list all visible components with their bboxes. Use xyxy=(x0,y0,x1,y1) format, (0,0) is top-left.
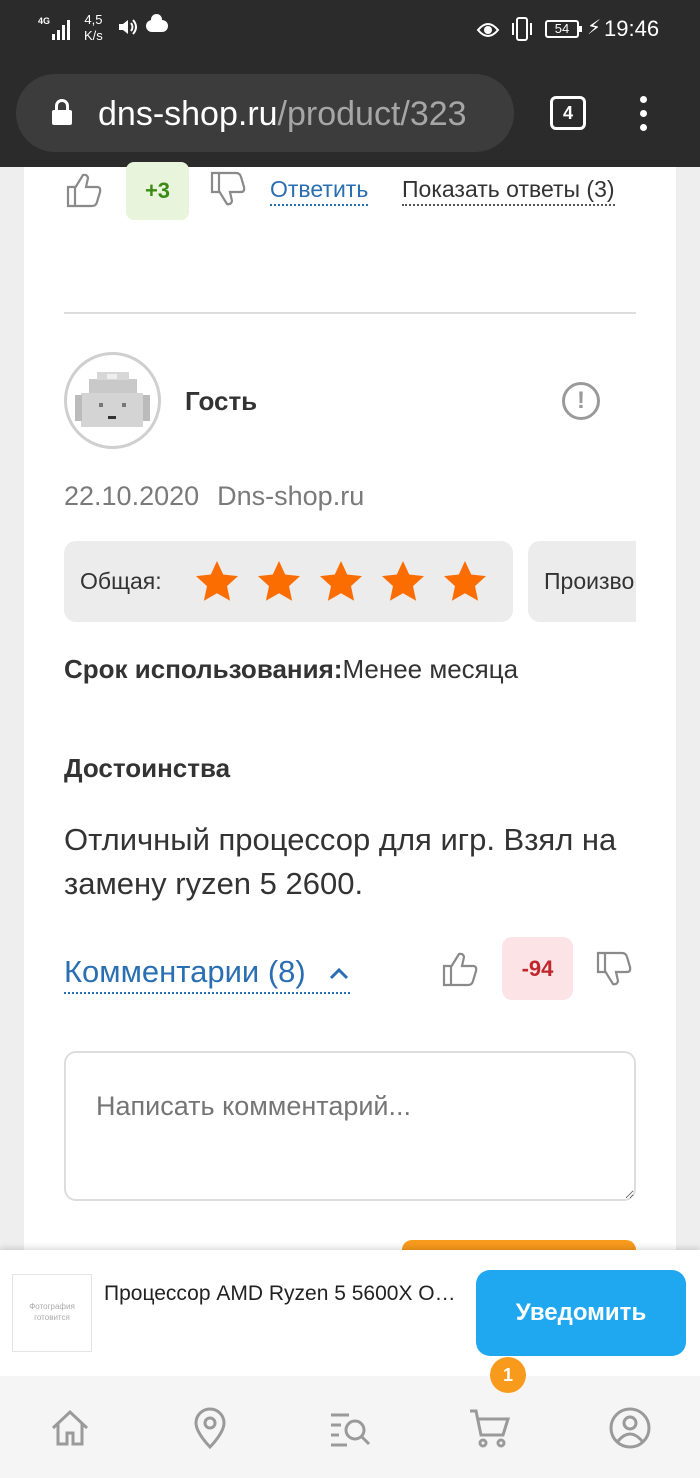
dislike-icon[interactable] xyxy=(596,950,634,988)
comment-input[interactable] xyxy=(64,1051,636,1201)
volume-icon xyxy=(119,19,137,35)
advantages-text: Отличный процессор для игр. Взял на заме… xyxy=(64,822,617,901)
overall-rating-label: Общая: xyxy=(80,568,162,594)
clock: 19:46 xyxy=(604,16,660,41)
notify-button[interactable]: Уведомить xyxy=(476,1270,686,1356)
advantages-heading: Достоинства xyxy=(64,753,231,783)
product-name[interactable]: Процессор AMD Ryzen 5 5600X OEM xyxy=(104,1282,466,1306)
review-author: Гость xyxy=(185,386,258,416)
usage-period: Срок использования:Менее месяца xyxy=(64,654,518,685)
location-icon[interactable] xyxy=(188,1406,232,1450)
cart-icon[interactable] xyxy=(468,1406,512,1450)
browser-menu-icon[interactable] xyxy=(640,96,648,132)
star-icon xyxy=(444,561,486,601)
tab-switcher-button[interactable]: 4 xyxy=(550,96,586,130)
overall-rating: Общая: xyxy=(64,541,513,622)
status-bar: 4G 4,5 K/s 54 ⚡ 19:46 xyxy=(0,0,700,60)
bottom-nav: 1 xyxy=(0,1357,700,1478)
cloud-icon xyxy=(146,14,168,32)
signal-icon xyxy=(52,18,74,40)
product-sticky-bar: Фотография готовится Процессор AMD Ryzen… xyxy=(0,1250,700,1376)
performance-rating-label: Произво xyxy=(544,568,635,594)
url-text[interactable]: dns-shop.ru/product/323 xyxy=(98,95,467,134)
usage-label: Срок использования: xyxy=(64,654,343,684)
chevron-up-icon xyxy=(330,967,349,979)
rating-badge-negative: -94 xyxy=(502,937,573,1000)
review-meta: 22.10.2020 Dns-shop.ru xyxy=(64,481,364,512)
address-bar[interactable]: dns-shop.ru/product/323 xyxy=(16,74,514,152)
reply-link[interactable]: Ответить xyxy=(270,174,369,206)
star-icon xyxy=(258,561,300,601)
catalog-search-icon[interactable] xyxy=(328,1406,372,1450)
url-path: /product/323 xyxy=(277,95,467,133)
battery-icon: 54 xyxy=(545,20,582,38)
home-icon[interactable] xyxy=(48,1406,92,1450)
show-replies-link[interactable]: Показать ответы (3) xyxy=(402,174,615,206)
profile-icon[interactable] xyxy=(608,1406,652,1450)
network-type: 4G xyxy=(38,16,51,26)
eye-comfort-icon xyxy=(476,23,500,37)
speed-unit: K/s xyxy=(84,28,103,43)
dislike-icon[interactable] xyxy=(210,170,248,208)
vibration-icon xyxy=(512,17,532,41)
avatar xyxy=(64,352,161,449)
comments-toggle[interactable]: Комментарии (8) xyxy=(64,952,351,994)
star-rating xyxy=(194,559,504,603)
network-speed: 4,5 K/s xyxy=(84,12,103,44)
lock-icon xyxy=(52,99,72,127)
comments-label: Комментарии (8) xyxy=(64,954,306,989)
star-icon xyxy=(320,561,362,601)
robot-avatar-icon xyxy=(75,372,150,427)
review-date: 22.10.2020 xyxy=(64,481,200,511)
rating-badge-positive: +3 xyxy=(126,162,189,220)
browser-chrome: 4G 4,5 K/s 54 ⚡ 19:46 dns-shop.ru/produc… xyxy=(0,0,700,167)
product-image-placeholder: Фотография готовится xyxy=(12,1274,92,1352)
star-icon xyxy=(196,561,238,601)
charging-icon: ⚡ xyxy=(587,17,602,39)
report-icon[interactable]: ! xyxy=(562,382,600,420)
like-icon[interactable] xyxy=(442,950,480,988)
usage-value: Менее месяца xyxy=(342,654,519,684)
review-divider xyxy=(64,312,636,314)
speed-value: 4,5 xyxy=(84,12,103,27)
url-domain: dns-shop.ru xyxy=(98,95,278,133)
review-source: Dns-shop.ru xyxy=(217,481,365,511)
like-icon[interactable] xyxy=(66,171,104,209)
performance-rating: Произво xyxy=(528,541,636,622)
star-icon xyxy=(382,561,424,601)
cart-badge: 1 xyxy=(490,1357,526,1393)
